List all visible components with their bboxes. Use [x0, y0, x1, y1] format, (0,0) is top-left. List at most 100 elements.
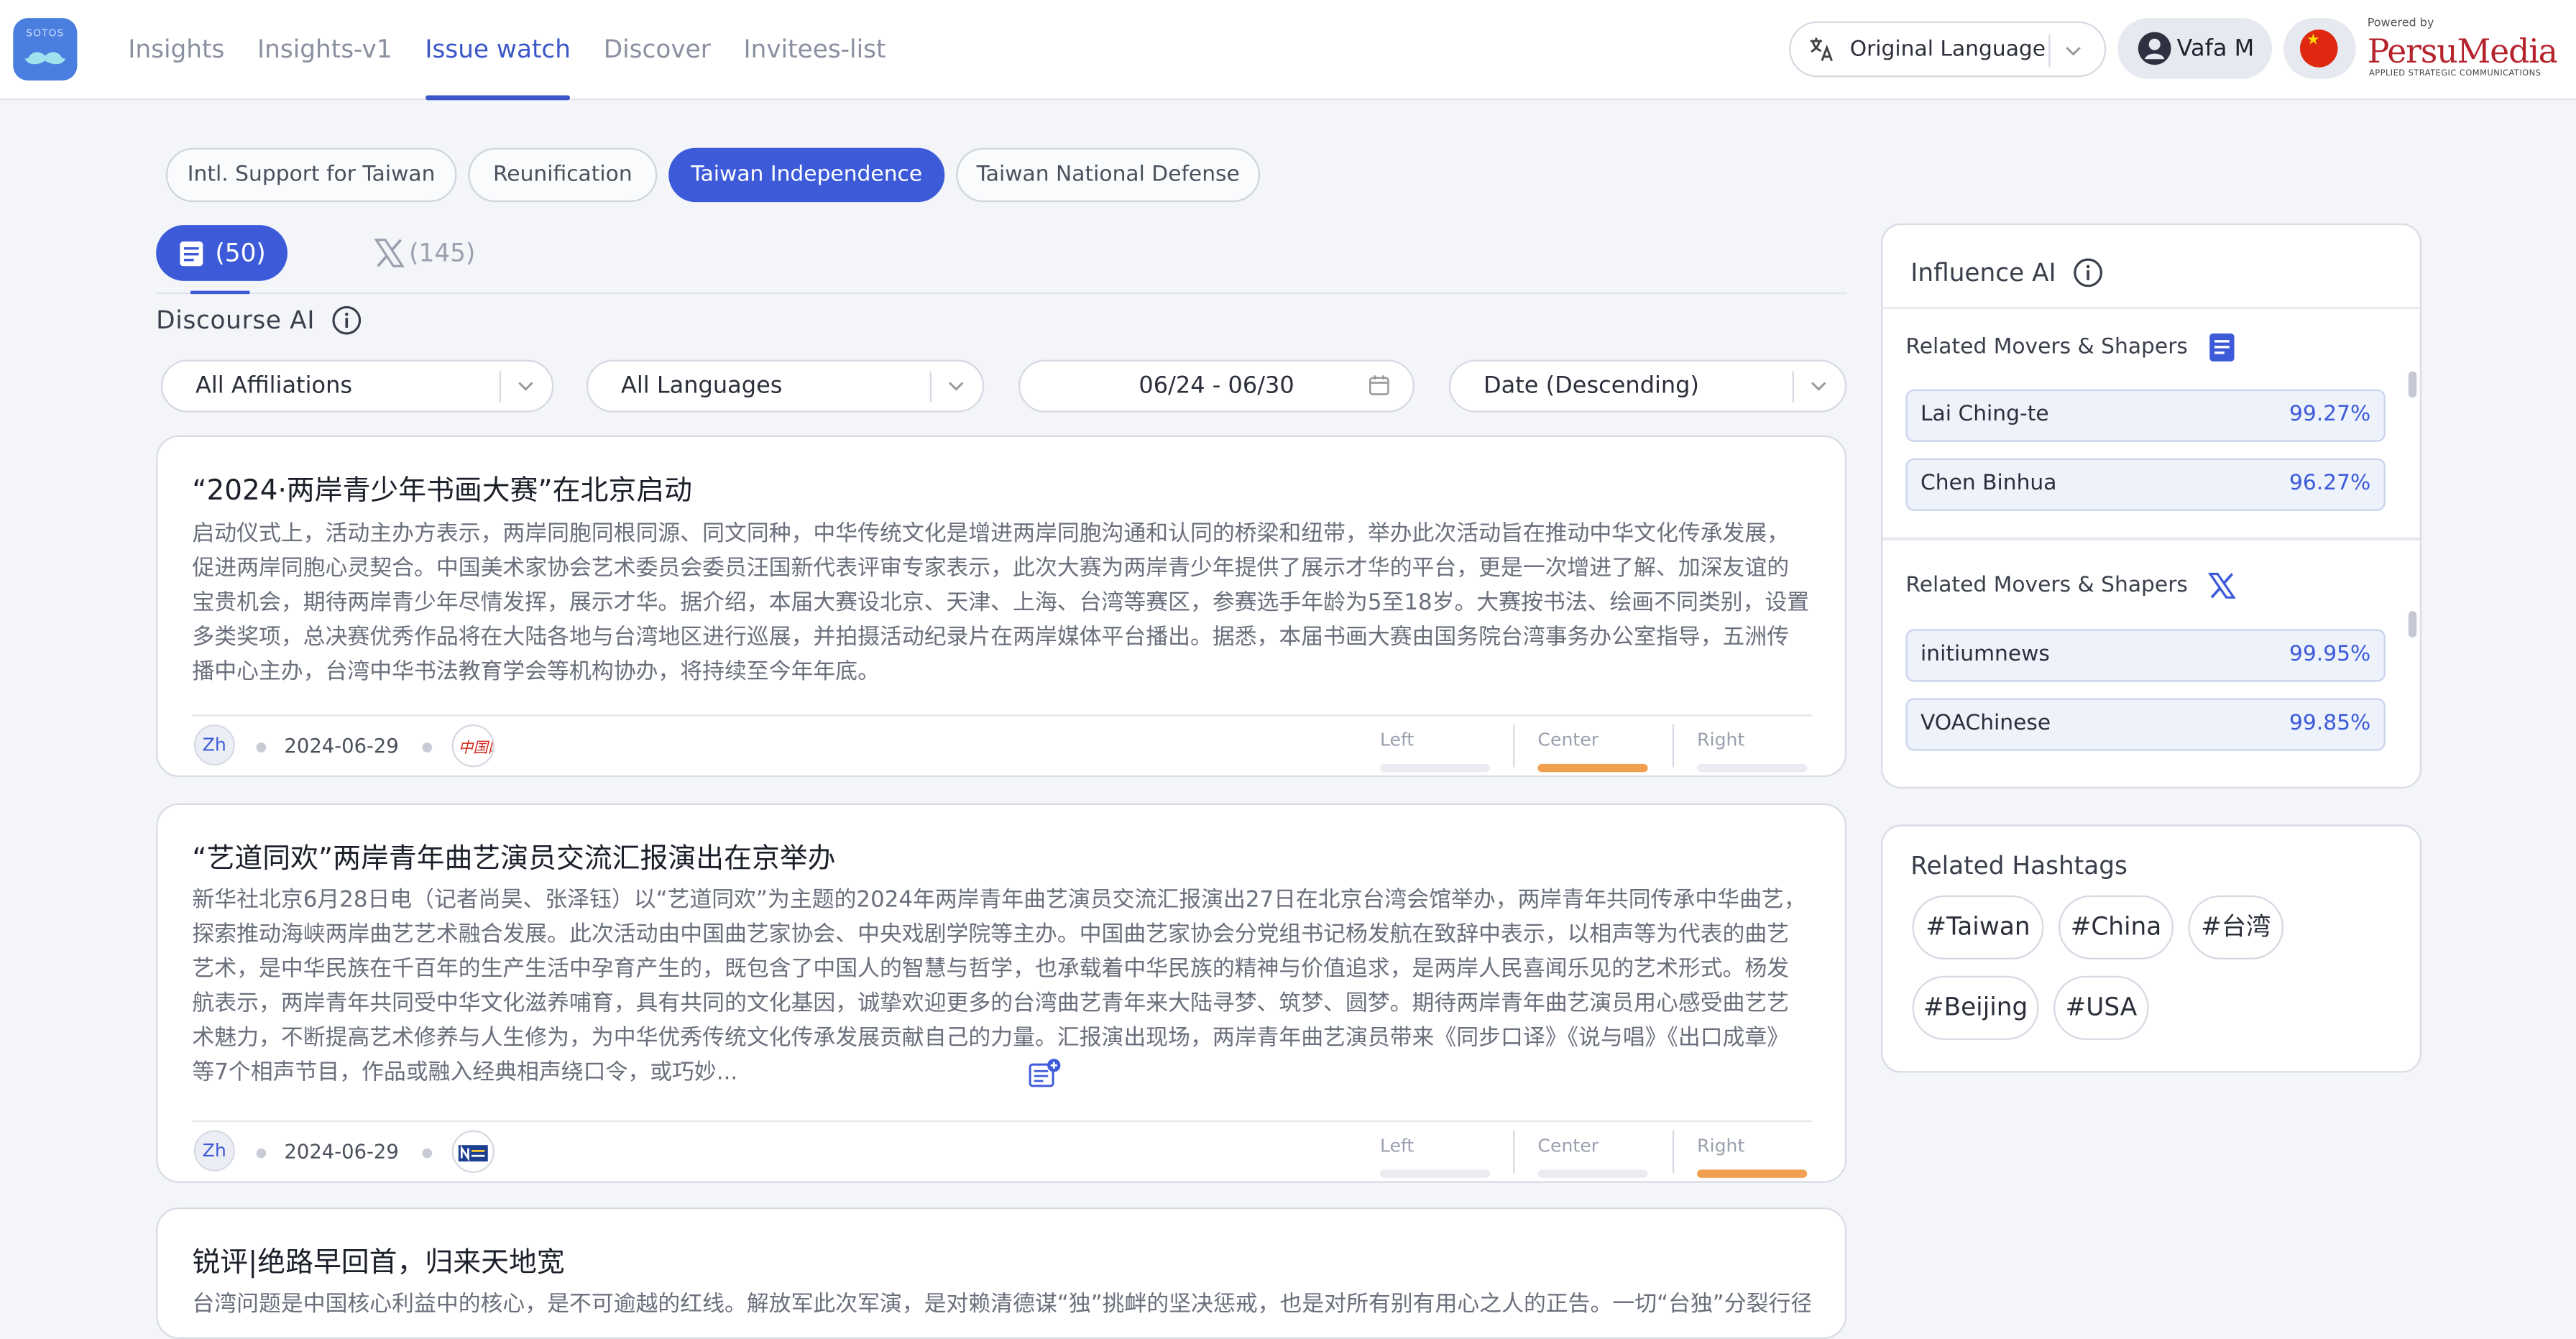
- article-card[interactable]: “2024·两岸青少年书画大赛”在北京启动 启动仪式上，活动主办方表示，两岸同胞…: [156, 435, 1847, 778]
- article-title[interactable]: 锐评|绝路早回首，归来天地宽: [192, 1238, 564, 1280]
- article-title[interactable]: “艺道同欢”两岸青年曲艺演员交流汇报演出在京举办: [192, 834, 835, 876]
- languages-filter[interactable]: All Languages: [586, 359, 985, 413]
- tab-x-posts[interactable]: (145): [373, 225, 475, 281]
- chevron-down-icon[interactable]: [947, 376, 966, 395]
- hashtag-chip[interactable]: #China: [2058, 895, 2174, 960]
- chevron-down-icon[interactable]: [1809, 376, 1828, 395]
- brand-tagline: APPLIED STRATEGIC COMMUNICATIONS: [2368, 68, 2542, 79]
- persumedia-brand: Powered by PersuMedia APPLIED STRATEGIC …: [2368, 17, 2564, 82]
- bias-label: Right: [1697, 1135, 1745, 1157]
- scrollbar-thumb[interactable]: [2408, 611, 2417, 638]
- bias-bar: [1379, 1169, 1491, 1178]
- articles-movers-header: Related Movers & Shapers: [1905, 332, 2235, 363]
- select-divider: [2048, 34, 2051, 68]
- expand-article-icon[interactable]: [1029, 1058, 1062, 1087]
- article-body: 启动仪式上，活动主办方表示，两岸同胞同根同源、同文同种，中华传统文化是增进两岸同…: [192, 520, 1810, 686]
- nav-issue-watch[interactable]: Issue watch: [425, 0, 571, 101]
- mover-score: 99.27%: [2288, 402, 2371, 428]
- language-select-value: Original Language: [1849, 37, 2046, 62]
- article-title[interactable]: “2024·两岸青少年书画大赛”在北京启动: [192, 466, 691, 508]
- x-posts-count: (145): [409, 238, 476, 268]
- x-movers-header: Related Movers & Shapers: [1905, 570, 2236, 601]
- mover-item[interactable]: Chen Binhua 96.27%: [1905, 458, 2386, 511]
- discourse-ai-label: Discourse AI: [156, 305, 316, 336]
- info-icon[interactable]: [331, 305, 361, 335]
- bias-divider: [1672, 1130, 1675, 1173]
- hashtag-chip[interactable]: #Taiwan: [1912, 895, 2044, 960]
- mover-name: Chen Binhua: [1920, 471, 2057, 497]
- filter-divider: [929, 371, 932, 402]
- mover-item[interactable]: VOAChinese 99.85%: [1905, 698, 2386, 751]
- chevron-down-icon[interactable]: [2064, 41, 2083, 60]
- language-badge: Zh: [193, 724, 235, 766]
- calendar-icon: [1369, 375, 1389, 395]
- sort-filter[interactable]: Date (Descending): [1448, 359, 1847, 413]
- document-icon: [2209, 333, 2234, 362]
- language-select[interactable]: Original Language: [1789, 21, 2107, 78]
- nav-insights[interactable]: Insights: [128, 0, 224, 100]
- filter-divider: [499, 371, 502, 402]
- mover-score: 99.95%: [2288, 642, 2371, 667]
- source-logo[interactable]: [451, 1130, 494, 1173]
- mover-name: VOAChinese: [1920, 711, 2051, 736]
- card-divider: [192, 714, 1813, 717]
- mover-item[interactable]: Lai Ching-te 99.27%: [1905, 389, 2386, 442]
- topic-chip-taiwan-independence[interactable]: Taiwan Independence: [668, 147, 945, 203]
- hashtag-chip[interactable]: #Beijing: [1912, 975, 2039, 1040]
- bias-label: Right: [1697, 729, 1745, 751]
- mover-name: initiumnews: [1920, 642, 2050, 667]
- app-logo[interactable]: SOTOS: [13, 18, 78, 80]
- article-body: 新华社北京6月28日电（记者尚昊、张泽钰）以“艺道同欢”为主题的2024年两岸青…: [192, 887, 1806, 1086]
- hashtag-chip[interactable]: #USA: [2053, 975, 2149, 1040]
- brand-name: PersuMedia: [2367, 31, 2558, 71]
- separator-dot: [422, 742, 433, 753]
- bias-label: Left: [1379, 729, 1414, 751]
- topic-chip-national-defense[interactable]: Taiwan National Defense: [956, 147, 1261, 203]
- separator-dot: [256, 742, 267, 753]
- nav-insights-v1[interactable]: Insights-v1: [257, 0, 392, 100]
- influence-ai-title: Influence AI: [1910, 258, 2102, 287]
- article-card[interactable]: “艺道同欢”两岸青年曲艺演员交流汇报演出在京举办 新华社北京6月28日电（记者尚…: [156, 803, 1847, 1183]
- filter-divider: [1792, 371, 1794, 402]
- topic-chip-reunification[interactable]: Reunification: [468, 147, 658, 203]
- translate-icon: [1810, 37, 1833, 62]
- hashtag-chip[interactable]: #台湾: [2188, 895, 2284, 960]
- date-range-filter[interactable]: 06/24 - 06/30: [1018, 359, 1414, 413]
- source-logo[interactable]: 中国网: [451, 724, 494, 768]
- x-logo-icon: [374, 239, 405, 267]
- affiliations-filter-value: All Affiliations: [195, 372, 353, 400]
- nav-discover[interactable]: Discover: [604, 0, 711, 100]
- source-logo-text: 中国网: [458, 740, 493, 758]
- affiliations-filter[interactable]: All Affiliations: [160, 359, 554, 413]
- scrollbar-thumb[interactable]: [2408, 371, 2417, 398]
- top-header: SOTOS Insights Insights-v1 Issue watch D…: [0, 0, 2576, 101]
- languages-filter-value: All Languages: [620, 372, 783, 400]
- news-source-icon: [458, 1145, 488, 1161]
- topic-chip-intl-support[interactable]: Intl. Support for Taiwan: [165, 147, 457, 203]
- mover-item[interactable]: initiumnews 99.95%: [1905, 629, 2386, 682]
- mover-name: Lai Ching-te: [1920, 402, 2049, 428]
- bias-divider: [1672, 724, 1675, 768]
- movers-subtitle: Related Movers & Shapers: [1905, 335, 2188, 360]
- bias-divider: [1513, 1130, 1515, 1173]
- bias-label: Center: [1537, 729, 1599, 751]
- movers-subtitle: Related Movers & Shapers: [1905, 573, 2188, 598]
- x-logo-icon: [2207, 572, 2236, 599]
- user-name: Vafa M: [2176, 35, 2255, 62]
- influence-ai-panel: Influence AI Related Movers & Shapers La…: [1881, 223, 2422, 789]
- chevron-down-icon[interactable]: [516, 376, 535, 395]
- language-badge: Zh: [193, 1130, 235, 1172]
- nav-invitees-list[interactable]: Invitees-list: [744, 0, 886, 100]
- article-date: 2024-06-29: [284, 734, 399, 758]
- info-icon[interactable]: [2073, 258, 2102, 287]
- mover-score: 96.27%: [2288, 471, 2371, 497]
- separator-dot: [422, 1148, 433, 1159]
- bias-label: Center: [1537, 1135, 1599, 1157]
- tabs-divider: [156, 292, 1847, 295]
- user-menu[interactable]: Vafa M: [2117, 18, 2273, 79]
- region-selector[interactable]: ★: [2283, 18, 2356, 79]
- bias-label: Left: [1379, 1135, 1414, 1157]
- sort-filter-value: Date (Descending): [1483, 372, 1699, 400]
- article-card[interactable]: 锐评|绝路早回首，归来天地宽 台湾问题是中国核心利益中的核心，是不可逾越的红线。…: [156, 1207, 1847, 1339]
- tab-articles[interactable]: (50): [156, 225, 288, 281]
